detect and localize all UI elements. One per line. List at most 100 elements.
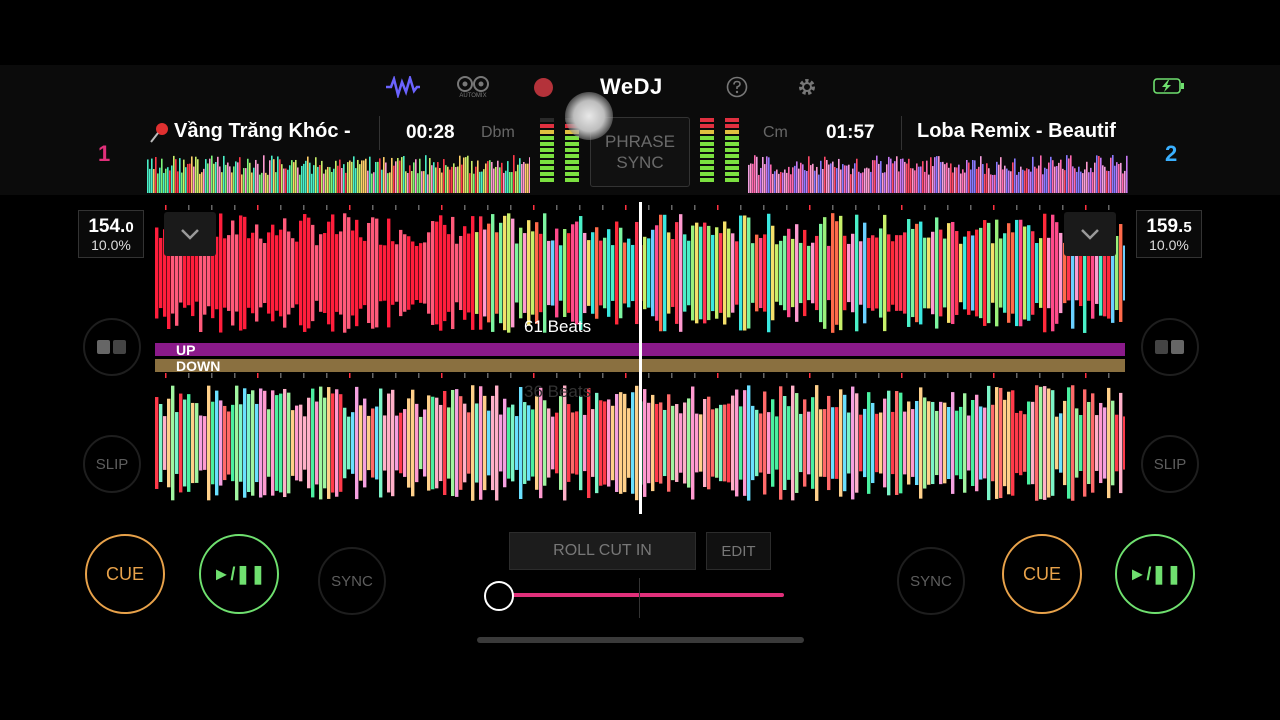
deck1-key: Dbm [481,124,515,141]
overview-bar [920,166,922,193]
waveform-bar [903,232,907,314]
overview-bar [756,156,758,193]
overview-bar [173,155,175,193]
waveform-bar [395,415,399,471]
overview-bar [187,163,189,193]
deck2-view-toggle-button[interactable] [1141,318,1199,376]
overview-bar [185,167,187,193]
deck1-sync-button[interactable]: SYNC [318,547,386,615]
deck1-overview-waveform[interactable] [147,155,530,193]
beat-tick [924,373,926,378]
crossfader-track[interactable] [500,593,784,597]
waveform-bar [519,386,523,500]
waveform-bar [1059,413,1063,473]
deck2-sync-button[interactable]: SYNC [897,547,965,615]
deck1-bpm-display[interactable]: 154.0 10.0% [78,210,144,258]
waveform-bar [239,404,243,482]
waveform-bar [579,216,583,330]
overview-bar [353,156,355,193]
beat-tick [694,373,696,378]
overview-bar [457,166,459,193]
waveform-bar [419,243,423,303]
overview-bar [175,159,177,193]
overview-bar [501,162,503,193]
waveform-bar [159,237,163,309]
overview-bar [1018,171,1020,193]
waveform-bar [1011,390,1015,496]
overview-bar [489,160,491,193]
waveform-bar [871,235,875,311]
waveform-bar [535,396,539,490]
deck2-overview-waveform[interactable] [748,155,1128,193]
beat-tick [579,205,581,210]
overview-bar [231,172,233,193]
overview-bar [1104,166,1106,193]
automix-icon[interactable]: AUTOMIX [452,72,494,102]
waveform-icon[interactable] [384,74,422,100]
overview-bar [1046,168,1048,193]
record-icon[interactable] [532,76,554,98]
overview-bar [1082,173,1084,193]
deck2-cue-button[interactable]: CUE [1002,534,1082,614]
deck2-collapse-button[interactable] [1064,212,1116,256]
overview-bar [1050,156,1052,193]
deck2-slip-button[interactable]: SLIP [1141,435,1199,493]
help-icon[interactable] [726,76,748,98]
edit-button[interactable]: EDIT [706,532,771,570]
waveform-bar [247,394,251,492]
overview-bar [289,165,291,193]
overview-bar [832,161,834,193]
meter-segment [540,142,554,146]
waveform-bar [335,389,339,497]
waveform-bar [331,393,335,493]
waveform-bar [455,389,459,497]
waveform-bar [547,240,551,306]
overview-bar [401,157,403,193]
waveform-bar [931,401,935,485]
waveform-bar [735,241,739,305]
deck1-view-toggle-button[interactable] [83,318,141,376]
deck1-play-pause-button[interactable]: ►/❚❚ [199,534,279,614]
waveform-bar [1091,393,1095,493]
deck2-bpm-display[interactable]: 159.5 10.0% [1136,210,1202,258]
waveform-bar [263,243,267,303]
waveform-bar [739,215,743,331]
meter-segment [540,124,554,128]
overview-bar [465,157,467,193]
overview-bar [890,158,892,193]
waveform-bar [967,415,971,471]
roll-cut-in-button[interactable]: ROLL CUT IN [509,532,696,570]
overview-bar [251,172,253,193]
overview-bar [834,166,836,193]
meter-segment [700,136,714,140]
waveform-bar [439,404,443,482]
waveform-bar [791,385,795,501]
beat-tick [694,205,696,210]
overview-bar [521,164,523,193]
deck1-collapse-button[interactable] [164,212,216,256]
beat-tick [234,373,236,378]
overview-bar [750,163,752,193]
waveform-bar [951,392,955,494]
gear-icon[interactable] [796,76,818,98]
overview-bar [315,157,317,193]
waveform-bar [859,414,863,472]
beat-tick [740,373,742,378]
deck1-slip-button[interactable]: SLIP [83,435,141,493]
beat-tick [809,373,811,378]
deck1-cue-button[interactable]: CUE [85,534,165,614]
beat-tick [188,205,190,210]
overview-bar [928,174,930,193]
beats-bottom-label: 36 Beats [524,382,592,401]
waveform-bar [551,240,555,306]
overview-bar [1108,170,1110,193]
waveform-bar [607,399,611,487]
waveform-bar [1007,223,1011,323]
beat-tick [556,205,558,210]
waveform-bar [655,403,659,483]
waveform-bar [707,225,711,321]
beat-tick [257,205,259,210]
waveform-bar [767,213,771,333]
deck2-play-pause-button[interactable]: ►/❚❚ [1115,534,1195,614]
crossfader-knob[interactable] [484,581,514,611]
